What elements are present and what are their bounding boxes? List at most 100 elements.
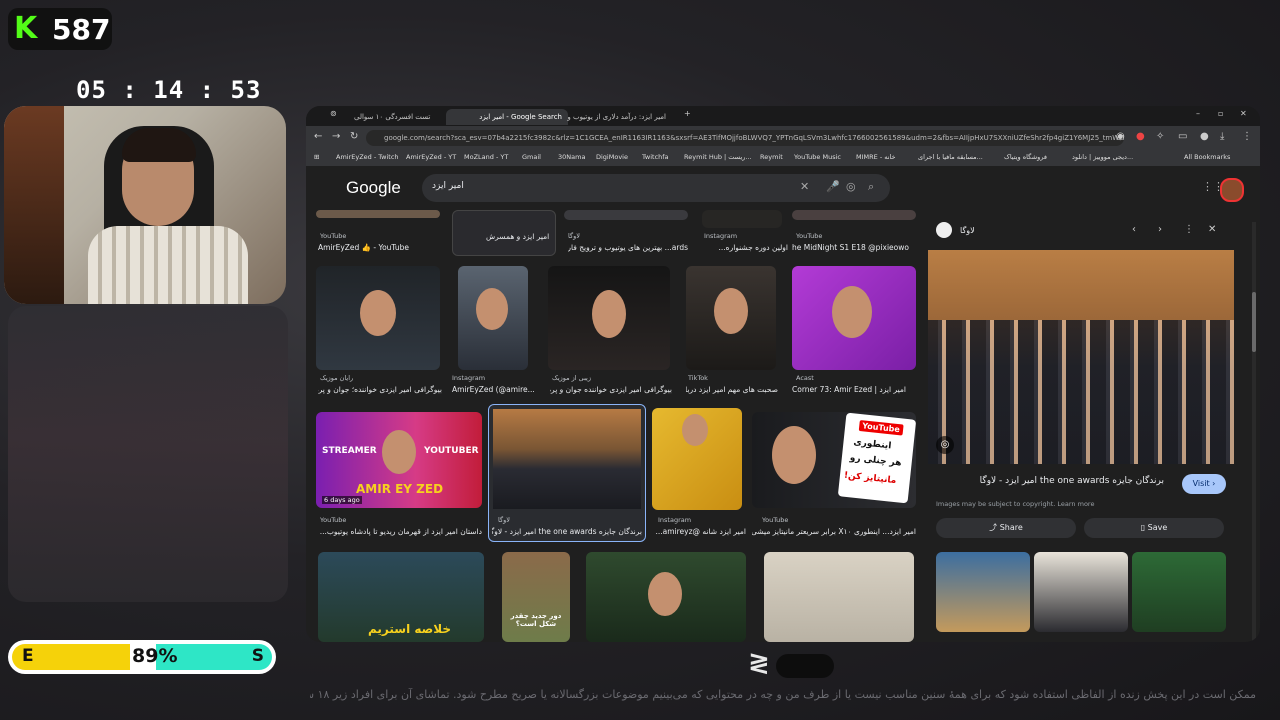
- result-thumb[interactable]: [686, 266, 776, 370]
- result-thumb[interactable]: YouTube اینطوری هر چنلی رو مانیتایز کن!: [752, 412, 916, 508]
- extension-icon[interactable]: ◉: [1116, 131, 1125, 142]
- tab-3[interactable]: امیر ایزد: درآمد دلاری از یوتیوب و: [564, 109, 672, 125]
- preview-caption[interactable]: برندگان جایزه the one awards امیر ایزد -…: [980, 476, 1164, 486]
- more-options-icon[interactable]: ⋮: [1184, 224, 1194, 235]
- bookmark-item[interactable]: AmirEyZed - Twitch: [336, 153, 399, 161]
- result-title[interactable]: بیوگرافی امیر ایزدی خواننده؛ جوان و پرطر…: [318, 385, 442, 394]
- result-title[interactable]: AmirEyZed 👍 - YouTube: [318, 243, 409, 252]
- result-title[interactable]: امیر ایزد و همسرش: [486, 232, 549, 241]
- result-thumb[interactable]: [792, 210, 916, 220]
- related-thumb[interactable]: [936, 552, 1030, 632]
- kick-viewer-badge: K 587: [8, 8, 112, 50]
- result-title[interactable]: برندگان جایزه the one awards امیر ایزد -…: [492, 527, 642, 536]
- result-thumb[interactable]: [764, 552, 914, 642]
- result-title[interactable]: بیوگرافی امیر ایزدی خواننده جوان و پرطرف…: [550, 385, 672, 394]
- close-preview-icon[interactable]: ✕: [1208, 224, 1216, 235]
- prev-image-icon[interactable]: ‹: [1132, 224, 1136, 235]
- profile-icon[interactable]: ●: [1200, 131, 1209, 142]
- bookmark-item[interactable]: Twitchfa: [642, 153, 669, 161]
- sidebar-icon[interactable]: ▭: [1178, 131, 1187, 142]
- result-thumb[interactable]: [792, 266, 916, 370]
- result-thumb[interactable]: [652, 408, 742, 510]
- tab-search-icon[interactable]: ⊚: [330, 109, 337, 118]
- reload-icon[interactable]: ↻: [350, 131, 358, 142]
- account-avatar[interactable]: [1220, 178, 1244, 202]
- back-icon[interactable]: ←: [314, 131, 322, 142]
- result-title[interactable]: he MidNight S1 E18 @pixieowo: [792, 243, 916, 252]
- result-source: لاوگا: [498, 516, 510, 524]
- minimize-icon[interactable]: –: [1196, 109, 1200, 118]
- bookmark-item[interactable]: 30Nama: [558, 153, 585, 161]
- related-thumb[interactable]: [1034, 552, 1128, 632]
- menu-icon[interactable]: ⋮: [1242, 131, 1252, 142]
- bookmark-item[interactable]: YouTube Music: [794, 153, 841, 161]
- url-field[interactable]: google.com/search?sca_esv=07b4a2215fc398…: [366, 130, 1124, 146]
- result-thumb[interactable]: [316, 210, 440, 218]
- search-input[interactable]: امیر ایزد: [432, 181, 464, 191]
- visit-button[interactable]: Visit ›: [1182, 474, 1226, 494]
- apps-grid-icon[interactable]: ⊞: [314, 153, 319, 161]
- result-title[interactable]: Corner 73: Amir Ezed | امیر ایزد: [792, 385, 916, 394]
- extension-red-icon[interactable]: ●: [1136, 131, 1145, 142]
- thumb-text: YOUTUBER: [424, 446, 479, 456]
- bookmark-item[interactable]: دیجی مووییز | دانلود...: [1072, 153, 1133, 161]
- related-thumb[interactable]: [1132, 552, 1226, 632]
- result-title[interactable]: AmirEyZed (@amire...: [452, 385, 538, 394]
- maximize-icon[interactable]: ▫: [1218, 109, 1223, 118]
- site-favicon: [936, 222, 952, 238]
- preview-site-name[interactable]: لاوگا: [960, 226, 975, 235]
- result-thumb[interactable]: [316, 266, 440, 370]
- save-button[interactable]: ▯ Save: [1084, 518, 1224, 538]
- result-thumb[interactable]: [564, 210, 688, 220]
- bookmark-item[interactable]: Reymit Hub | ریست...: [684, 153, 752, 161]
- bookmark-item[interactable]: MIMRE - خانه: [856, 153, 896, 161]
- result-thumb[interactable]: [458, 266, 528, 370]
- result-title[interactable]: صحبت های مهم امیر ایزد درباره...: [686, 385, 778, 394]
- share-button[interactable]: ⤴ Share: [936, 518, 1076, 538]
- result-thumb[interactable]: [702, 210, 782, 228]
- channel-logo-icon: ≷: [748, 648, 770, 678]
- downloads-icon[interactable]: ⤓: [1220, 131, 1224, 142]
- result-title[interactable]: ards... بهترین های یوتیوب و ترویج فارسی …: [568, 243, 688, 252]
- bookmark-item[interactable]: MoZLand - YT: [464, 153, 508, 161]
- bookmark-item[interactable]: Reymit: [760, 153, 783, 161]
- lens-icon[interactable]: ◎: [846, 180, 856, 193]
- thumb-text: اینطوری: [852, 437, 892, 452]
- tab-bar: ⊚ تست افسردگی ۱۰ سوالی Google Search - ا…: [306, 106, 1260, 126]
- preview-image[interactable]: ◎: [928, 250, 1234, 464]
- tab-2[interactable]: Google Search - امیر ایزد: [446, 109, 568, 125]
- next-image-icon[interactable]: ›: [1158, 224, 1162, 235]
- result-thumb[interactable]: خلاصه استریم: [318, 552, 484, 642]
- bookmark-item[interactable]: AmirEyZed - YT: [406, 153, 456, 161]
- result-title[interactable]: امیر ایزد... اینطوری X۱۰ برابر سریعتر ما…: [752, 527, 916, 536]
- result-source: Acast: [796, 374, 814, 382]
- new-tab-icon[interactable]: +: [684, 109, 691, 118]
- search-icon[interactable]: ⌕: [868, 180, 874, 194]
- search-box[interactable]: امیر ایزد ✕ 🎤 ◎ ⌕: [422, 174, 890, 202]
- scrollbar-thumb[interactable]: [1252, 292, 1256, 352]
- mic-icon[interactable]: 🎤: [826, 180, 840, 193]
- result-title[interactable]: داستان امیر ایزد از قهرمان ریدیو تا پادش…: [316, 527, 482, 536]
- google-logo[interactable]: Google: [346, 178, 401, 198]
- bookmark-item[interactable]: All Bookmarks: [1184, 153, 1230, 161]
- result-card-selected[interactable]: [488, 404, 646, 542]
- bookmark-item[interactable]: فروشگاه ویتیاک: [1004, 153, 1047, 161]
- extensions-puzzle-icon[interactable]: ✧: [1156, 131, 1164, 142]
- clear-icon[interactable]: ✕: [800, 180, 809, 193]
- result-thumb[interactable]: STREAMER YOUTUBER AMIR EY ZED 6 days ago: [316, 412, 482, 508]
- result-thumb[interactable]: دور جدید چقدر شکل است؟: [502, 552, 570, 642]
- close-icon[interactable]: ✕: [1240, 109, 1247, 118]
- bookmark-item[interactable]: DigiMovie: [596, 153, 628, 161]
- scrollbar[interactable]: [1252, 222, 1256, 642]
- forward-icon[interactable]: →: [332, 131, 340, 142]
- bookmark-item[interactable]: مسابقه مافیا با اجرای...: [918, 153, 983, 161]
- tab-1[interactable]: تست افسردگی ۱۰ سوالی: [348, 109, 456, 125]
- result-thumb[interactable]: [493, 409, 641, 509]
- result-title[interactable]: اولین دوره جشنواره...: [704, 243, 789, 252]
- result-title[interactable]: امیر ایزد شانه @amireyz...: [652, 527, 746, 536]
- bookmark-item[interactable]: Gmail: [522, 153, 541, 161]
- result-thumb[interactable]: [586, 552, 746, 642]
- lens-search-icon[interactable]: ◎: [936, 436, 954, 454]
- thumb-text: دور جدید چقدر شکل است؟: [510, 612, 562, 628]
- result-thumb[interactable]: [548, 266, 670, 370]
